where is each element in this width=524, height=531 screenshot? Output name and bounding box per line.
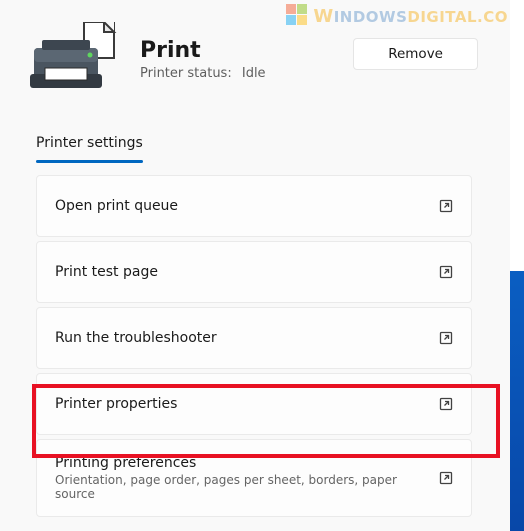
setting-label: Print test page [55, 264, 158, 280]
open-external-icon [438, 265, 453, 280]
status-label: Printer status: [140, 66, 232, 81]
watermark-w: W [313, 6, 333, 27]
open-external-icon [438, 199, 453, 214]
right-edge-strip [510, 0, 524, 531]
page-title: Print [140, 38, 325, 63]
setting-label: Printer properties [55, 396, 177, 412]
settings-list: Open print queue Print test page Run [0, 161, 508, 517]
setting-label: Run the troubleshooter [55, 330, 217, 346]
tab-printer-settings[interactable]: Printer settings [36, 135, 143, 161]
watermark-text-1: INDOWS [334, 8, 408, 26]
watermark: WINDOWSDIGITAL.CO [286, 4, 508, 27]
open-external-icon [438, 471, 453, 486]
open-external-icon [438, 331, 453, 346]
remove-button[interactable]: Remove [353, 38, 478, 70]
setting-run-troubleshooter[interactable]: Run the troubleshooter [36, 307, 472, 369]
setting-label: Open print queue [55, 198, 178, 214]
watermark-text-2: DIGITAL.CO [407, 8, 508, 26]
setting-printing-preferences[interactable]: Printing preferences Orientation, page o… [36, 439, 472, 517]
setting-label: Printing preferences [55, 455, 438, 471]
setting-description: Orientation, page order, pages per sheet… [55, 473, 438, 501]
printer-icon [30, 22, 112, 94]
open-external-icon [438, 397, 453, 412]
printer-status: Printer status: Idle [140, 66, 325, 81]
setting-print-test-page[interactable]: Print test page [36, 241, 472, 303]
tabs: Printer settings [0, 132, 508, 161]
status-value: Idle [242, 66, 266, 81]
setting-open-print-queue[interactable]: Open print queue [36, 175, 472, 237]
setting-printer-properties[interactable]: Printer properties [36, 373, 472, 435]
